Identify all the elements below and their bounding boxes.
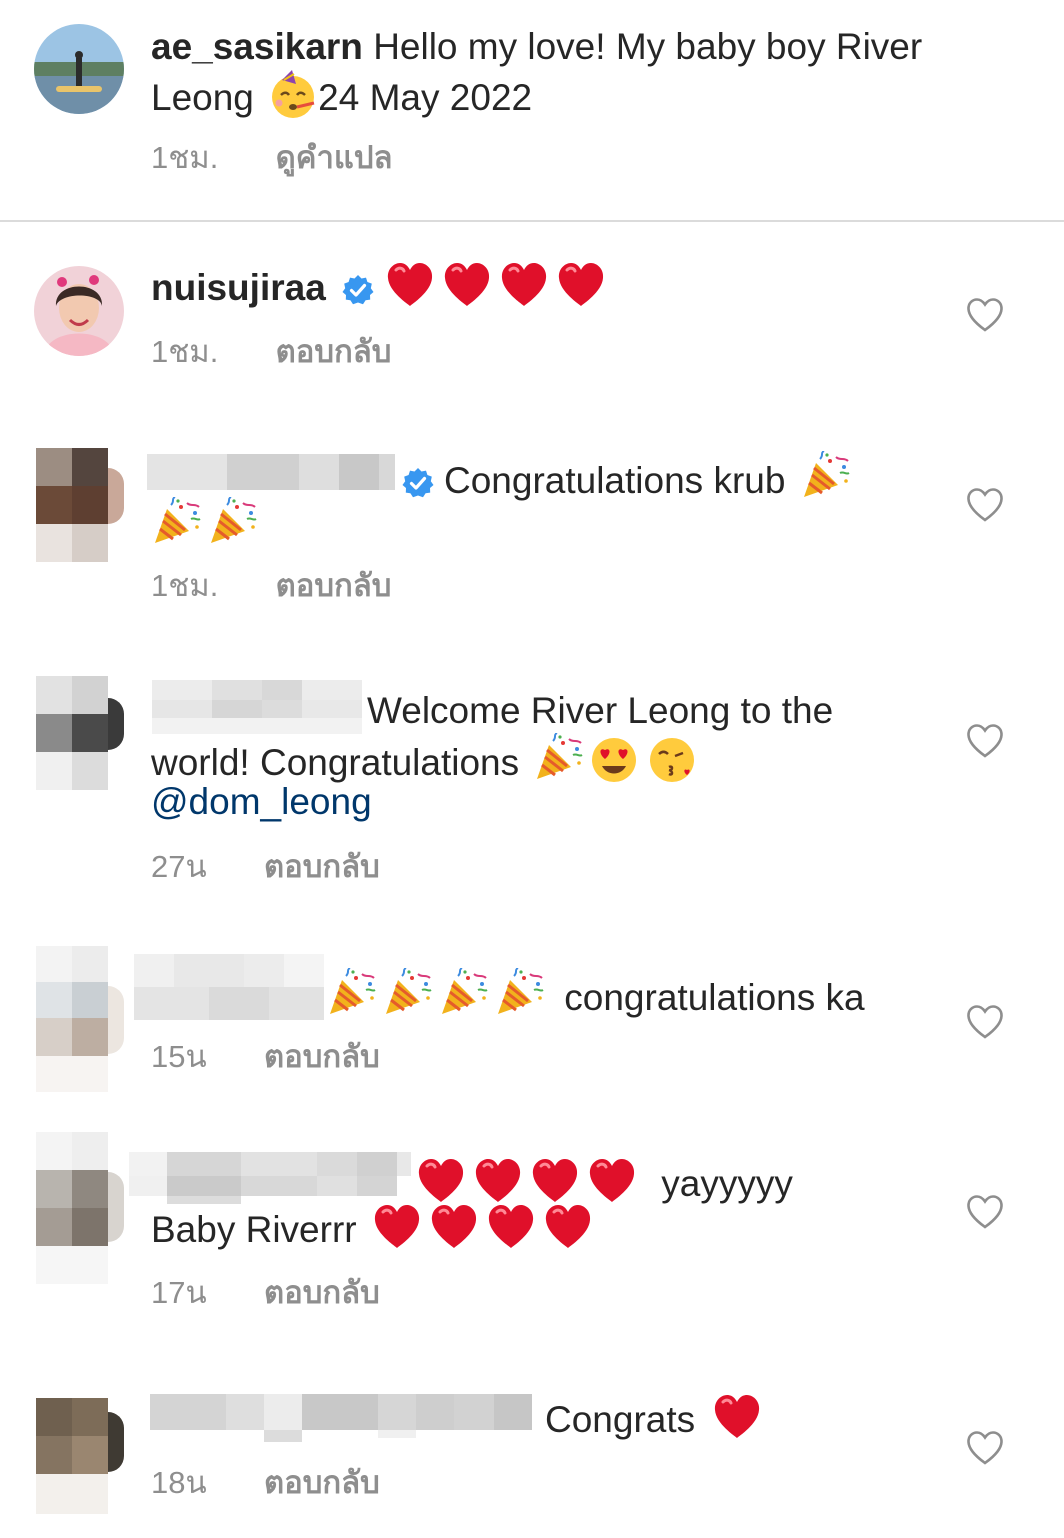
comment-1-text: nuisujiraa: [151, 262, 614, 311]
comment-6-text: Congrats: [545, 1394, 770, 1443]
caption-text: Hello my love! My baby boy River: [373, 26, 923, 67]
like-heart-icon[interactable]: [966, 723, 1004, 759]
avatar-photo: [34, 266, 124, 356]
party-popper-icon: [326, 968, 376, 1018]
comment-text: congratulations ka: [564, 977, 865, 1018]
party-popper-icon: [151, 497, 201, 547]
caption-avatar[interactable]: [34, 24, 124, 114]
heart-eyes-face-icon: [592, 738, 637, 782]
mention-text[interactable]: @dom_leong: [151, 781, 372, 822]
mention-link[interactable]: @dom_leong: [151, 779, 372, 825]
red-heart-icon: [588, 1158, 636, 1204]
reply-button[interactable]: ตอบกลับ: [264, 1275, 380, 1310]
comment-avatar-redacted[interactable]: [34, 448, 124, 562]
party-popper-icon: [800, 451, 850, 501]
red-heart-icon: [531, 1158, 579, 1204]
comment-avatar-redacted[interactable]: [34, 946, 124, 1092]
comment-meta: 17น ตอบกลับ: [151, 1273, 380, 1313]
caption-line-1: ae_sasikarn Hello my love! My baby boy R…: [151, 24, 922, 70]
redacted-username[interactable]: [147, 454, 395, 490]
caption-meta: 1ชม. ดูคำแปล: [151, 138, 393, 178]
comment-2-text: Congratulations krub: [402, 451, 856, 504]
party-popper-icon: [533, 733, 583, 783]
comment-meta: 15น ตอบกลับ: [151, 1037, 380, 1077]
comment-avatar-redacted[interactable]: [34, 1398, 124, 1514]
like-heart-icon[interactable]: [966, 1194, 1004, 1230]
red-heart-icon: [373, 1204, 421, 1250]
comment-time: 17น: [151, 1275, 207, 1310]
like-heart-icon[interactable]: [966, 1004, 1004, 1040]
comment-time: 15น: [151, 1039, 207, 1074]
comment-text: Congrats: [545, 1399, 696, 1440]
red-heart-icon: [386, 262, 434, 308]
verified-badge-icon: [402, 467, 434, 499]
caption-date: 24 May 2022: [318, 77, 533, 118]
red-heart-icon: [443, 262, 491, 308]
red-heart-icon: [487, 1204, 535, 1250]
redacted-username[interactable]: [134, 954, 324, 1020]
comment-3-text-1: Welcome River Leong to the: [367, 688, 833, 734]
caption-line-2: Leong 24 May 2022: [151, 70, 532, 121]
comment-4-text: congratulations ka: [326, 968, 865, 1021]
comment-time: 18น: [151, 1465, 207, 1500]
comment-time: 1ชม.: [151, 568, 219, 603]
reply-button[interactable]: ตอบกลับ: [276, 568, 392, 603]
comment-meta: 1ชม. ตอบกลับ: [151, 332, 391, 372]
comment-text: Congratulations krub: [444, 460, 786, 501]
avatar-photo: [34, 24, 124, 114]
red-heart-icon: [544, 1204, 592, 1250]
party-popper-icon: [207, 497, 257, 547]
red-heart-icon: [557, 262, 605, 308]
caption-text-2: Leong: [151, 77, 254, 118]
reply-button[interactable]: ตอบกลับ: [264, 1039, 380, 1074]
caption-username[interactable]: ae_sasikarn: [151, 26, 363, 67]
red-heart-icon: [713, 1394, 761, 1440]
redacted-username[interactable]: [150, 1394, 532, 1442]
face-blowing-kiss-icon: [650, 738, 695, 782]
verified-badge-icon: [342, 274, 374, 306]
partying-face-icon: [272, 70, 315, 118]
comment-text: Welcome River Leong to the: [367, 690, 834, 731]
red-heart-icon: [474, 1158, 522, 1204]
redacted-username[interactable]: [129, 1152, 411, 1204]
see-translation-link[interactable]: ดูคำแปล: [276, 140, 393, 175]
reply-button[interactable]: ตอบกลับ: [264, 1465, 380, 1500]
comment-meta: 18น ตอบกลับ: [151, 1463, 380, 1503]
party-popper-icon: [494, 968, 544, 1018]
comment-meta: 27น ตอบกลับ: [151, 847, 380, 887]
comment-meta: 1ชม. ตอบกลับ: [151, 566, 391, 606]
caption-divider: [0, 220, 1064, 222]
like-heart-icon[interactable]: [966, 487, 1004, 523]
comment-text: Baby Riverrr: [151, 1209, 357, 1250]
caption-time: 1ชม.: [151, 140, 219, 175]
like-heart-icon[interactable]: [966, 297, 1004, 333]
comment-username[interactable]: nuisujiraa: [151, 267, 326, 308]
reply-button[interactable]: ตอบกลับ: [264, 849, 380, 884]
party-popper-icon: [438, 968, 488, 1018]
comment-time: 27น: [151, 849, 207, 884]
redacted-username[interactable]: [152, 680, 362, 734]
red-heart-icon: [500, 262, 548, 308]
comment-5-text-1: yayyyyy: [411, 1158, 793, 1207]
comment-5-text-2: Baby Riverrr: [151, 1204, 601, 1253]
red-heart-icon: [430, 1204, 478, 1250]
red-heart-icon: [417, 1158, 465, 1204]
comment-avatar[interactable]: [34, 266, 124, 356]
party-popper-icon: [382, 968, 432, 1018]
comment-avatar-redacted[interactable]: [34, 1132, 124, 1284]
like-heart-icon[interactable]: [966, 1430, 1004, 1466]
reply-button[interactable]: ตอบกลับ: [276, 334, 392, 369]
comment-avatar-redacted[interactable]: [34, 676, 124, 790]
comment-text: yayyyyy: [661, 1163, 793, 1204]
comment-text: world! Congratulations: [151, 742, 520, 783]
comment-2-text-line-2: [151, 497, 263, 550]
comment-time: 1ชม.: [151, 334, 219, 369]
